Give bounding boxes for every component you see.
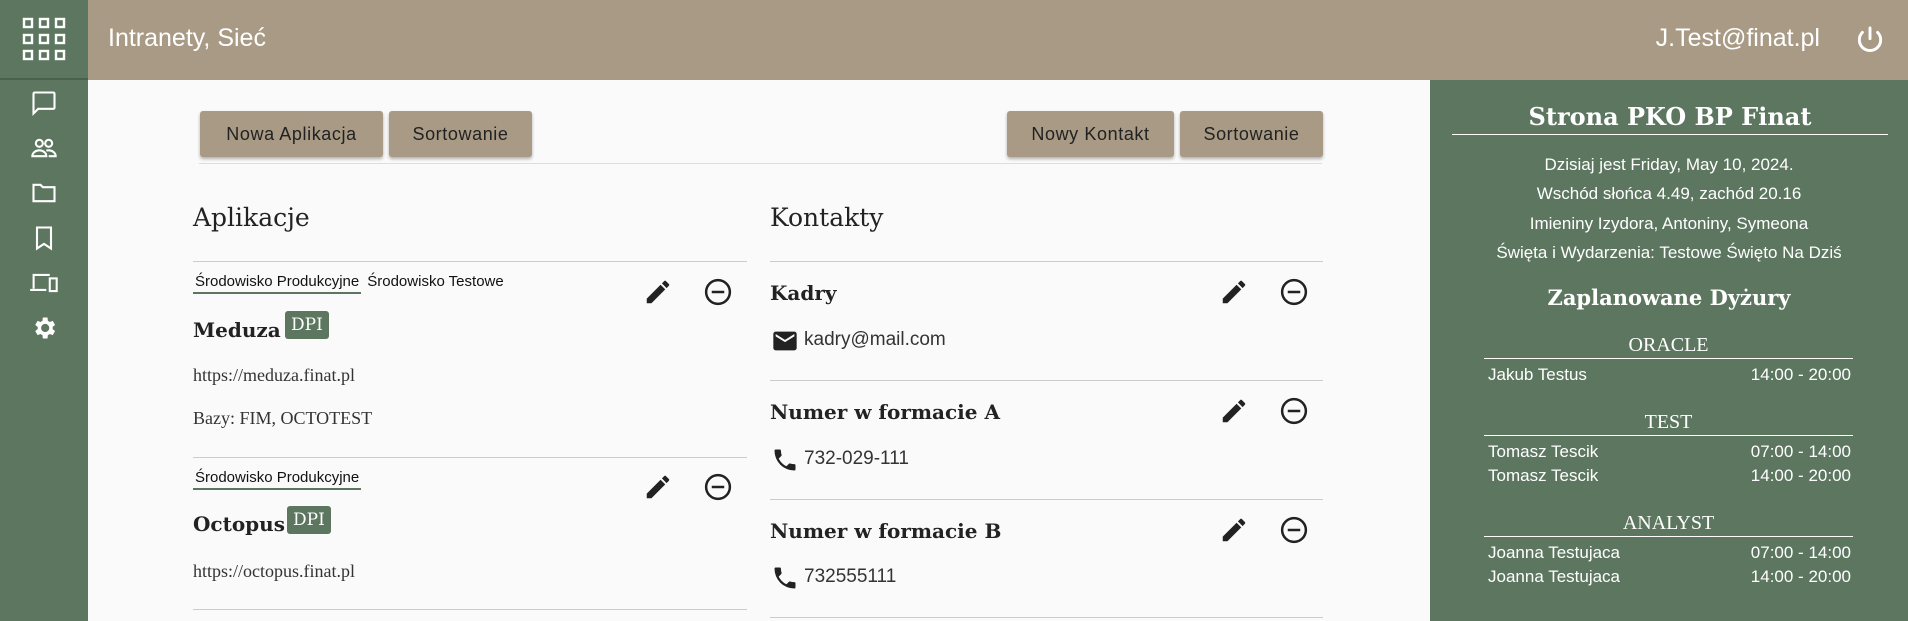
remove-icon[interactable] (703, 277, 733, 307)
contact-name: Kadry (770, 281, 837, 305)
duty-person: Jakub Testus (1488, 365, 1587, 384)
app-url[interactable]: https://octopus.finat.pl (193, 561, 355, 582)
edit-icon[interactable] (1219, 396, 1249, 426)
people-icon[interactable] (0, 125, 88, 170)
nameday-line: Imieniny Izydora, Antoniny, Symeona (1529, 214, 1809, 233)
duty-person: Tomasz Tescik (1488, 442, 1599, 461)
devices-icon[interactable] (0, 260, 88, 305)
main-content: Nowa Aplikacja Sortowanie Nowy Kontakt S… (88, 80, 1430, 621)
duty-row: Joanna Testujaca 07:00 - 14:00 (1488, 543, 1851, 563)
duty-group-name: ANALYST (1484, 512, 1853, 537)
gear-icon[interactable] (0, 305, 88, 350)
edit-icon[interactable] (643, 277, 673, 307)
top-header: Intranety, Sieć J.Test@finat.pl (88, 0, 1908, 80)
duty-row: Tomasz Tescik 07:00 - 14:00 (1488, 442, 1851, 462)
divider (770, 499, 1323, 500)
bookmark-icon[interactable] (0, 215, 88, 260)
edit-icon[interactable] (1219, 515, 1249, 545)
contact-value[interactable]: kadry@mail.com (804, 329, 946, 351)
contact-value[interactable]: 732-029-111 (804, 448, 909, 470)
phone-icon (774, 567, 796, 589)
duty-hours: 14:00 - 20:00 (1750, 365, 1851, 384)
new-contact-button[interactable]: Nowy Kontakt (1007, 111, 1174, 157)
duty-hours: 14:00 - 20:00 (1750, 567, 1851, 586)
chat-icon[interactable] (0, 80, 88, 125)
contact-value[interactable]: 732555111 (804, 566, 896, 588)
divider (770, 380, 1323, 381)
folder-icon[interactable] (0, 170, 88, 215)
new-app-button[interactable]: Nowa Aplikacja (200, 111, 383, 157)
page-title: Intranety, Sieć (108, 24, 266, 52)
env-tab-production[interactable]: Środowisko Produkcyjne (193, 273, 362, 294)
holiday-line: Święta i Wydarzenia: Testowe Święto Na D… (1496, 243, 1842, 262)
duty-person: Joanna Testujaca (1488, 543, 1621, 562)
divider (193, 609, 747, 610)
mail-icon (773, 331, 797, 351)
apps-grid-icon[interactable] (0, 0, 88, 80)
phone-icon (774, 449, 796, 471)
remove-icon[interactable] (1279, 396, 1309, 426)
date-line: Dzisiaj jest Friday, May 10, 2024. (1544, 155, 1794, 174)
duty-row: Jakub Testus 14:00 - 20:00 (1488, 365, 1851, 385)
duty-hours: 07:00 - 14:00 (1750, 543, 1851, 562)
remove-icon[interactable] (1279, 277, 1309, 307)
contact-name: Numer w formacie A (770, 400, 1000, 424)
duty-row: Tomasz Tescik 14:00 - 20:00 (1488, 466, 1851, 486)
duty-group-name: TEST (1484, 411, 1853, 436)
duty-person: Tomasz Tescik (1488, 466, 1599, 485)
info-panel: Strona PKO BP Finat Dzisiaj jest Friday,… (1430, 80, 1908, 621)
sun-line: Wschód słońca 4.49, zachód 20.16 (1536, 184, 1802, 203)
app-name: Meduza (193, 318, 281, 342)
duty-hours: 07:00 - 14:00 (1750, 442, 1851, 461)
app-name: Octopus (193, 512, 285, 536)
toolbar-divider (199, 163, 1322, 164)
power-icon[interactable] (1854, 24, 1886, 56)
sort-apps-button[interactable]: Sortowanie (389, 111, 532, 157)
user-email[interactable]: J.Test@finat.pl (1656, 24, 1820, 53)
env-tab-test[interactable]: Środowisko Testowe (365, 273, 505, 294)
edit-icon[interactable] (1219, 277, 1249, 307)
duty-hours: 14:00 - 20:00 (1750, 466, 1851, 485)
app-badge: DPI (287, 506, 331, 534)
duty-row: Joanna Testujaca 14:00 - 20:00 (1488, 567, 1851, 587)
env-tabs: Środowisko Produkcyjne (193, 469, 365, 490)
duty-person: Joanna Testujaca (1488, 567, 1621, 586)
panel-title[interactable]: Strona PKO BP Finat (1452, 102, 1888, 135)
app-badge: DPI (285, 311, 329, 339)
app-databases: Bazy: FIM, OCTOTEST (193, 408, 373, 428)
duty-group-name: ORACLE (1484, 334, 1853, 359)
divider (770, 617, 1323, 618)
sort-contacts-button[interactable]: Sortowanie (1180, 111, 1323, 157)
remove-icon[interactable] (1279, 515, 1309, 545)
edit-icon[interactable] (643, 472, 673, 502)
remove-icon[interactable] (703, 472, 733, 502)
divider (193, 261, 747, 262)
contacts-heading: Kontakty (770, 203, 884, 232)
apps-heading: Aplikacje (193, 203, 310, 232)
divider (770, 261, 1323, 262)
app-url[interactable]: https://meduza.finat.pl (193, 365, 355, 386)
duty-heading: Zaplanowane Dyżury (1547, 285, 1791, 310)
env-tab-production[interactable]: Środowisko Produkcyjne (193, 469, 362, 490)
env-tabs: Środowisko Produkcyjne Środowisko Testow… (193, 273, 510, 294)
left-rail (0, 0, 88, 621)
divider (193, 457, 747, 458)
contact-name: Numer w formacie B (770, 519, 1002, 543)
